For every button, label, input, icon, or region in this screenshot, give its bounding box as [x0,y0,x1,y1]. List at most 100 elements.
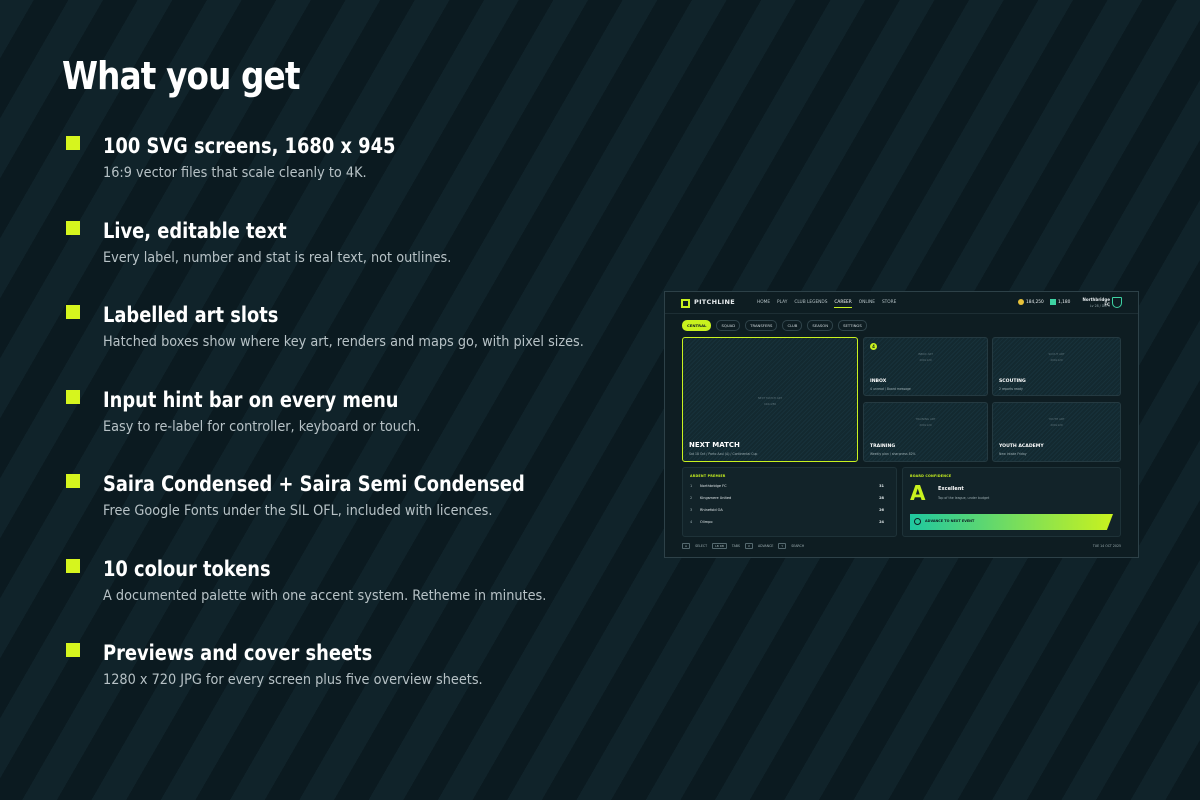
feature-heading: Live, editable text [103,218,287,243]
feature-list: 100 SVG screens, 1680 x 945 16:9 vector … [66,132,626,724]
art-slot-size: 200x120 [1050,423,1063,427]
key-hint: LB RB [712,543,727,549]
card-subtitle: New intake Friday [999,452,1027,456]
feature-description: A documented palette with one accent sys… [103,587,547,604]
card-subtitle: Weekly plan / sharpness 82% [870,452,916,456]
feature-item: Input hint bar on every menu Easy to re-… [66,386,626,471]
tab-transfers[interactable]: TRANSFERS [745,320,778,331]
preview-top-bar: PITCHLINE HOME PLAY CLUB LEGENDS CAREER … [665,292,1138,314]
card-title: YOUTH ACADEMY [999,444,1044,449]
card-subtitle: Sat 18 Oct / Porto Azul (A) / Continenta… [689,452,758,456]
key-hint-label: SEARCH [791,544,805,548]
advance-button[interactable]: ADVANCE TO NEXT EVENT [910,514,1113,530]
feature-description: 1280 x 720 JPG for every screen plus fiv… [103,672,483,688]
feature-heading: Labelled art slots [103,303,279,327]
feature-description: 16:9 vector files that scale cleanly to … [103,165,367,181]
table-position: 2 [690,496,693,500]
card-title: SCOUTING [999,379,1026,384]
tab-central[interactable]: CENTRAL [682,320,712,331]
nav-item-home[interactable]: HOME [757,300,770,308]
feature-heading: Saira Condensed + Saira Semi Condensed [103,472,525,496]
key-hint-label: ADVANCE [758,544,774,548]
feature-description: Hatched boxes show where key art, render… [103,334,584,350]
club-crest-icon[interactable] [1112,297,1122,308]
art-slot-label: SCOUT ART [1048,352,1065,356]
table-team: Olimpo [700,520,713,524]
tab-club[interactable]: CLUB [782,320,803,331]
card-title: NEXT MATCH [689,441,740,449]
youth-academy-card[interactable]: YOUTH ART 200x120 YOUTH ACADEMY New inta… [992,402,1121,462]
bullet-square-icon [66,136,80,150]
nav-item-online[interactable]: ONLINE [859,300,875,308]
training-card[interactable]: TRAINING ART 200x120 TRAINING Weekly pla… [863,402,988,462]
table-row[interactable]: 4 Olimpo 24 [690,517,884,528]
art-slot-size: 200x120 [1050,358,1063,362]
in-game-date: TUE 14 OCT 2025 [1092,544,1121,548]
feature-description: Free Google Fonts under the SIL OFL, inc… [103,503,493,519]
bullet-square-icon [66,474,80,488]
nav-item-career[interactable]: CAREER [834,300,852,308]
table-team: Kingsmere United [700,496,732,500]
league-table-panel: ARDENT PREMIER 1 Northbridge FC 31 2 Kin… [682,467,897,537]
table-team: Northbridge FC [700,484,727,488]
advance-button-label: ADVANCE TO NEXT EVENT [925,519,975,523]
preview-tabs: CENTRAL SQUAD TRANSFERS CLUB SEASON SETT… [682,320,867,331]
gem-balance: 1,180 [1058,300,1071,305]
preview-nav: HOME PLAY CLUB LEGENDS CAREER ONLINE STO… [757,300,896,308]
key-hint: Y [778,543,787,549]
input-hint-bar: A SELECT LB RB TABS X ADVANCE Y SEARCH [682,543,804,549]
art-slot-size: 200x120 [919,423,932,427]
bullet-square-icon [66,643,80,657]
tab-squad[interactable]: SQUAD [716,320,741,331]
feature-heading: Input hint bar on every menu [103,387,399,412]
table-points: 24 [879,520,884,524]
coin-balance: 184,250 [1026,300,1044,305]
feature-heading: Previews and cover sheets [103,641,373,665]
feature-item: Saira Condensed + Saira Semi Condensed F… [66,470,626,555]
nav-item-play[interactable]: PLAY [777,300,787,308]
table-position: 4 [690,520,693,524]
table-points: 28 [879,496,884,500]
feature-item: 10 colour tokens A documented palette wi… [66,555,626,640]
inbox-card[interactable]: 4 INBOX ART 200x120 INBOX 4 unread / Boa… [863,337,988,396]
key-hint-label: SELECT [695,544,708,548]
table-row[interactable]: 2 Kingsmere United 28 [690,493,884,504]
table-row[interactable]: 3 Rhinefold OA 26 [690,505,884,516]
art-slot-size: 200x120 [919,358,932,362]
bullet-square-icon [66,558,80,573]
table-position: 3 [690,508,693,512]
confidence-subtitle: Top of the league, under budget [938,496,990,500]
nav-item-club-legends[interactable]: CLUB LEGENDS [794,300,827,308]
key-hint: A [682,543,691,549]
feature-item: Labelled art slots Hatched boxes show wh… [66,301,626,386]
feature-description: Easy to re-label for controller, keyboar… [103,418,421,435]
club-level: Lv 28 / Div 3 [1089,304,1110,308]
table-points: 26 [879,508,884,512]
art-slot-size: 416x280 [763,402,777,406]
feature-heading: 10 colour tokens [103,556,271,581]
tab-season[interactable]: SEASON [807,320,834,331]
confidence-grade: A [910,481,926,505]
bullet-square-icon [66,220,80,235]
key-hint-label: TABS [731,544,740,548]
bullet-square-icon [66,305,80,319]
pitchline-logo-icon [681,299,690,308]
card-subtitle: 2 reports ready [999,387,1023,391]
art-slot-label: NEXT MATCH ART [757,396,783,400]
page-title: What you get [62,54,300,98]
scouting-card[interactable]: SCOUT ART 200x120 SCOUTING 2 reports rea… [992,337,1121,396]
confidence-title: Excellent [938,486,964,492]
preview-brand: PITCHLINE [694,298,735,306]
table-position: 1 [690,484,693,488]
art-slot-label: YOUTH ART [1048,417,1065,421]
nav-item-store[interactable]: STORE [882,300,896,308]
table-row[interactable]: 1 Northbridge FC 31 [690,481,884,492]
board-confidence-panel: BOARD CONFIDENCE A Excellent Top of the … [902,467,1121,537]
tab-settings[interactable]: SETTINGS [838,320,867,331]
next-match-card[interactable]: NEXT MATCH ART 416x280 NEXT MATCH Sat 18… [682,337,858,462]
card-title: TRAINING [870,444,896,449]
feature-item: Live, editable text Every label, number … [66,217,626,302]
art-slot-label: TRAINING ART [915,417,936,421]
bullet-square-icon [66,389,80,404]
feature-item: 100 SVG screens, 1680 x 945 16:9 vector … [66,132,626,217]
